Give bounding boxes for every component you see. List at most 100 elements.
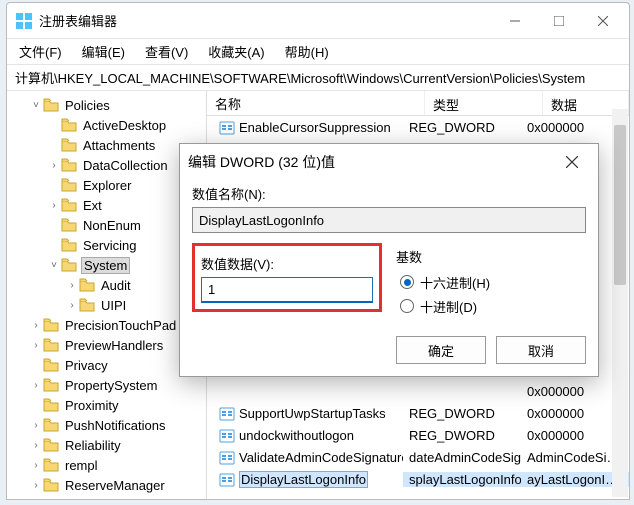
tree-item-servicing[interactable]: Servicing	[7, 235, 206, 255]
chevron-icon[interactable]	[47, 260, 61, 271]
value-name: SupportUwpStartupTasks	[239, 406, 386, 421]
cell-name: SupportUwpStartupTasks	[207, 405, 403, 421]
dialog-title: 编辑 DWORD (32 位)值	[188, 152, 554, 172]
tree-item-policies[interactable]: Policies	[7, 95, 206, 115]
tree-label: Proximity	[63, 398, 120, 413]
minimize-button[interactable]	[493, 6, 537, 36]
tree-item-nonenum[interactable]: NonEnum	[7, 215, 206, 235]
tree-label: NonEnum	[81, 218, 143, 233]
tree-label: Policies	[63, 98, 112, 113]
tree-item-reservemanager[interactable]: ReserveManager	[7, 475, 206, 495]
menu-help[interactable]: 帮助(H)	[277, 40, 337, 63]
value-name: EnableCursorSuppression	[239, 120, 391, 135]
address-bar[interactable]: 计算机\HKEY_LOCAL_MACHINE\SOFTWARE\Microsof…	[7, 65, 629, 91]
tree-item-pushnotifications[interactable]: PushNotifications	[7, 415, 206, 435]
col-name[interactable]: 名称	[207, 91, 425, 115]
tree-item-audit[interactable]: Audit	[7, 275, 206, 295]
tree-item-uipi[interactable]: UIPI	[7, 295, 206, 315]
tree-item-activedesktop[interactable]: ActiveDesktop	[7, 115, 206, 135]
chevron-icon[interactable]	[29, 440, 43, 451]
col-type[interactable]: 类型	[425, 91, 543, 115]
list-row[interactable]: 0x000000	[207, 380, 629, 402]
tree-panel[interactable]: Policies ActiveDesktop Attachments DataColl…	[7, 91, 207, 499]
tree-item-explorer[interactable]: Explorer	[7, 175, 206, 195]
tree-label: Audit	[99, 278, 133, 293]
tree-label: UIPI	[99, 298, 128, 313]
value-name-label: 数值名称(N):	[192, 184, 586, 203]
cell-name: EnableCursorSuppression	[207, 119, 403, 135]
value-name-input[interactable]	[192, 207, 586, 233]
chevron-icon[interactable]	[29, 340, 43, 351]
chevron-icon[interactable]	[29, 100, 43, 111]
edit-dword-dialog: 编辑 DWORD (32 位)值 数值名称(N): 数值数据(V): 基数 十六…	[179, 143, 599, 377]
app-icon	[15, 12, 33, 30]
value-data-label: 数值数据(V):	[201, 254, 373, 273]
chevron-icon[interactable]	[29, 460, 43, 471]
menu-view[interactable]: 查看(V)	[137, 40, 196, 63]
value-name: undockwithoutlogon	[239, 428, 354, 443]
chevron-icon[interactable]	[29, 420, 43, 431]
tree-label: Attachments	[81, 138, 157, 153]
tree-item-precisiontouchpad[interactable]: PrecisionTouchPad	[7, 315, 206, 335]
tree-item-proximity[interactable]: Proximity	[7, 395, 206, 415]
radio-dec[interactable]	[400, 299, 414, 313]
value-name: DisplayLastLogonInfo	[239, 471, 368, 488]
tree-label: PushNotifications	[63, 418, 167, 433]
tree-label: Explorer	[81, 178, 133, 193]
tree-label: Reliability	[63, 438, 123, 453]
tree-item-ext[interactable]: Ext	[7, 195, 206, 215]
scrollbar[interactable]	[612, 109, 628, 497]
maximize-button[interactable]	[537, 6, 581, 36]
menu-edit[interactable]: 编辑(E)	[74, 40, 133, 63]
menu-file[interactable]: 文件(F)	[11, 40, 70, 63]
cancel-button[interactable]: 取消	[496, 336, 586, 364]
dialog-close-button[interactable]	[554, 144, 590, 180]
radio-hex-row[interactable]: 十六进制(H)	[396, 270, 586, 294]
tree-item-privacy[interactable]: Privacy	[7, 355, 206, 375]
tree-label: Ext	[81, 198, 104, 213]
chevron-icon[interactable]	[29, 480, 43, 491]
menubar: 文件(F) 编辑(E) 查看(V) 收藏夹(A) 帮助(H)	[7, 39, 629, 65]
list-row[interactable]: SupportUwpStartupTasksREG_DWORD0x000000	[207, 402, 629, 424]
chevron-icon[interactable]	[65, 280, 79, 291]
cell-name: DisplayLastLogonInfo	[207, 471, 403, 488]
menu-favorites[interactable]: 收藏夹(A)	[200, 40, 272, 63]
tree-label: System	[81, 257, 130, 274]
tree-label: rempl	[63, 458, 100, 473]
list-header: 名称 类型 数据	[207, 91, 629, 116]
value-data-input[interactable]	[201, 277, 373, 303]
titlebar: 注册表编辑器	[7, 3, 629, 39]
radio-dec-row[interactable]: 十进制(D)	[396, 294, 586, 318]
list-row[interactable]: EnableCursorSuppressionREG_DWORD0x000000	[207, 116, 629, 138]
close-button[interactable]	[581, 6, 625, 36]
chevron-icon[interactable]	[65, 300, 79, 311]
cell-type: REG_DWORD	[403, 406, 521, 421]
tree-label: ActiveDesktop	[81, 118, 168, 133]
scroll-thumb[interactable]	[614, 125, 626, 285]
list-row[interactable]: undockwithoutlogonREG_DWORD0x000000	[207, 424, 629, 446]
radio-dec-label: 十进制(D)	[420, 297, 477, 316]
cell-type: splayLastLogonInfo	[403, 472, 521, 487]
tree-item-attachments[interactable]: Attachments	[7, 135, 206, 155]
chevron-icon[interactable]	[47, 160, 61, 171]
list-row[interactable]: ValidateAdminCodeSignaturesdateAdminCode…	[207, 446, 629, 468]
tree-item-system[interactable]: System	[7, 255, 206, 275]
cell-type: REG_DWORD	[403, 428, 521, 443]
tree-item-rempl[interactable]: rempl	[7, 455, 206, 475]
radio-hex[interactable]	[400, 275, 414, 289]
ok-button[interactable]: 确定	[396, 336, 486, 364]
tree-item-reliability[interactable]: Reliability	[7, 435, 206, 455]
tree-item-datacollection[interactable]: DataCollection	[7, 155, 206, 175]
chevron-icon[interactable]	[29, 320, 43, 331]
list-row[interactable]: DisplayLastLogonInfosplayLastLogonInfoay…	[207, 468, 629, 490]
tree-label: Servicing	[81, 238, 138, 253]
cell-name: ValidateAdminCodeSignatures	[207, 449, 403, 465]
chevron-icon[interactable]	[29, 380, 43, 391]
chevron-icon[interactable]	[47, 200, 61, 211]
dialog-titlebar: 编辑 DWORD (32 位)值	[180, 144, 598, 180]
cell-type: REG_DWORD	[403, 120, 521, 135]
tree-item-propertysystem[interactable]: PropertySystem	[7, 375, 206, 395]
tree-label: PrecisionTouchPad	[63, 318, 178, 333]
tree-item-previewhandlers[interactable]: PreviewHandlers	[7, 335, 206, 355]
cell-name: undockwithoutlogon	[207, 427, 403, 443]
